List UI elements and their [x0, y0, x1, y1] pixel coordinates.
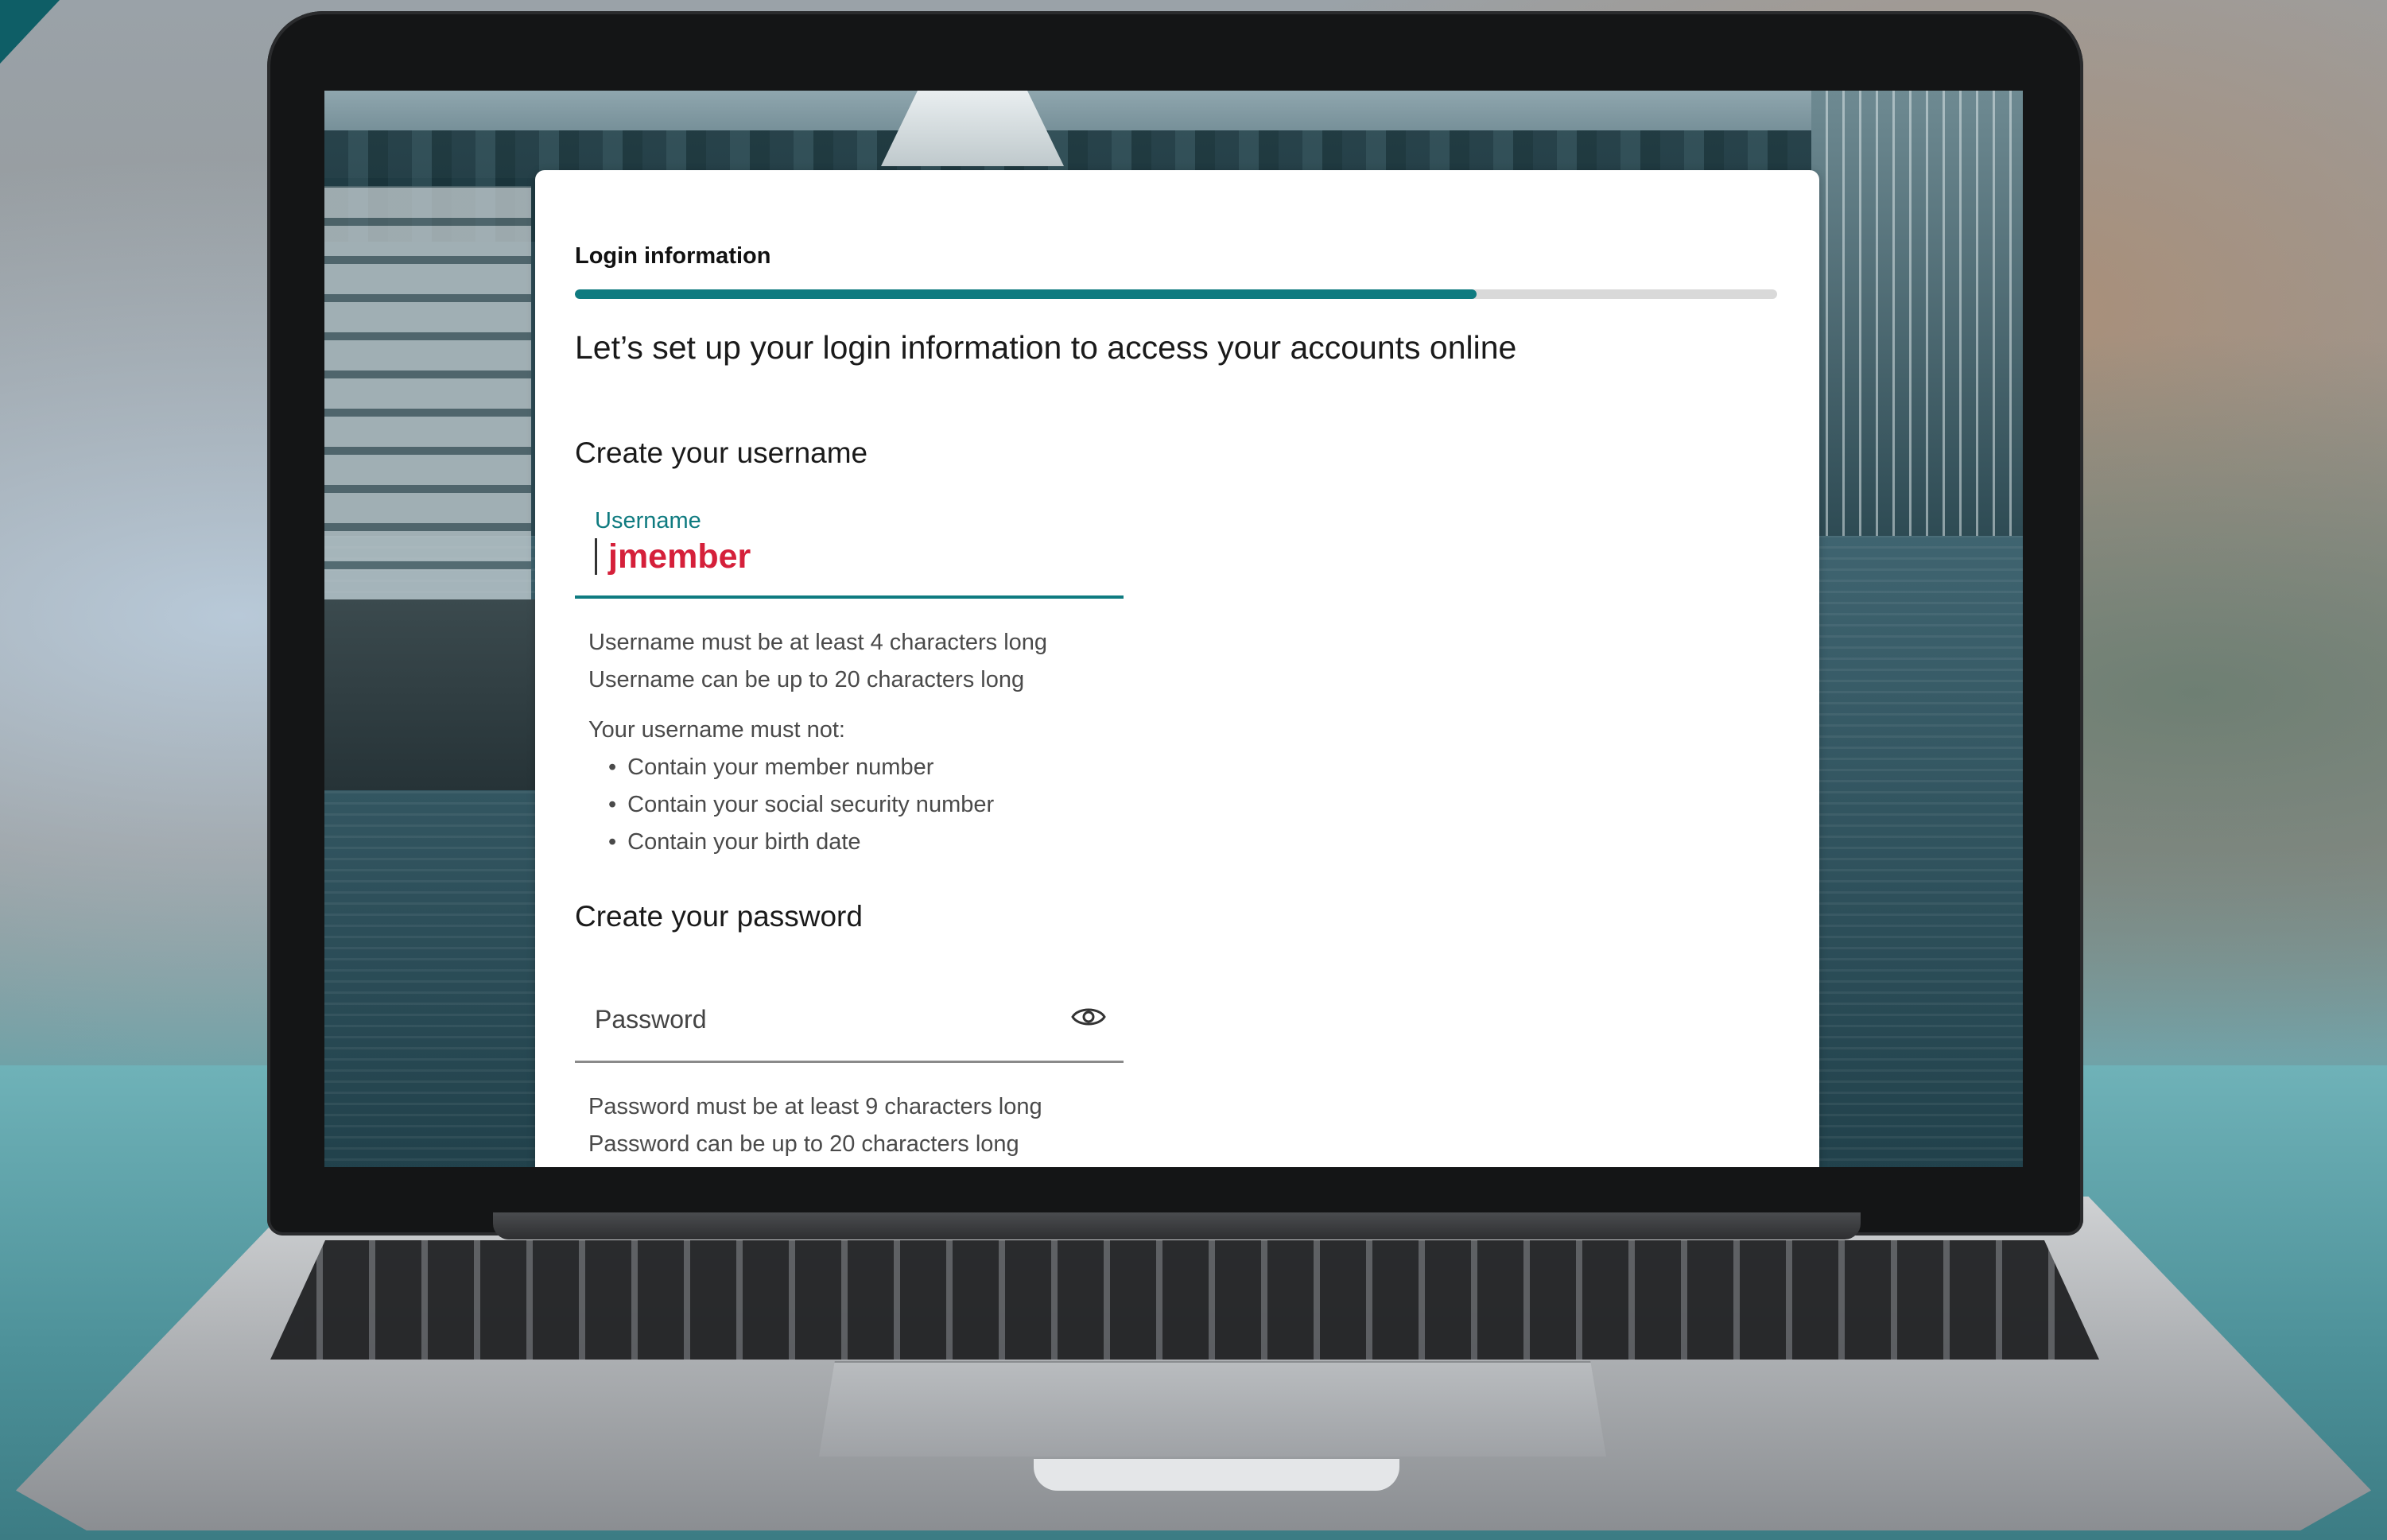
username-must-not-item: Contain your member number — [608, 754, 933, 781]
username-must-not-heading: Your username must not: — [588, 717, 845, 743]
password-input[interactable]: Password — [595, 1005, 707, 1034]
password-rule: Password must be at least 9 characters l… — [588, 1094, 1042, 1119]
eye-icon[interactable] — [1071, 1003, 1106, 1030]
background-boat-masts — [1811, 91, 2023, 536]
login-info-card: Login information Let’s set up your logi… — [535, 170, 1819, 1167]
username-rule: Username must be at least 4 characters l… — [588, 630, 1048, 655]
laptop-notch — [1034, 1459, 1399, 1491]
username-must-not-item: Contain your birth date — [608, 829, 860, 855]
corner-accent — [0, 0, 60, 64]
password-section-heading: Create your password — [575, 900, 863, 933]
password-rule: Password can be up to 20 characters long — [588, 1131, 1019, 1157]
progress-bar — [575, 289, 1777, 299]
laptop-screen: Login information Let’s set up your logi… — [324, 91, 2023, 1167]
username-input[interactable]: jmember — [595, 538, 751, 575]
page-lead-text: Let’s set up your login information to a… — [575, 329, 1517, 366]
username-rule: Username can be up to 20 characters long — [588, 667, 1025, 692]
laptop-hinge — [493, 1212, 1861, 1239]
background-rocks — [324, 599, 539, 790]
progress-bar-fill — [575, 289, 1477, 299]
laptop-trackpad — [819, 1361, 1606, 1457]
password-field[interactable]: Password — [575, 973, 1124, 1063]
username-label: Username — [595, 508, 701, 533]
background-ferry — [324, 186, 531, 599]
username-field[interactable]: Username jmember — [575, 508, 1124, 599]
step-title: Login information — [575, 243, 771, 269]
laptop-keyboard — [270, 1240, 2099, 1360]
username-must-not-item: Contain your social security number — [608, 792, 994, 818]
username-section-heading: Create your username — [575, 436, 868, 469]
